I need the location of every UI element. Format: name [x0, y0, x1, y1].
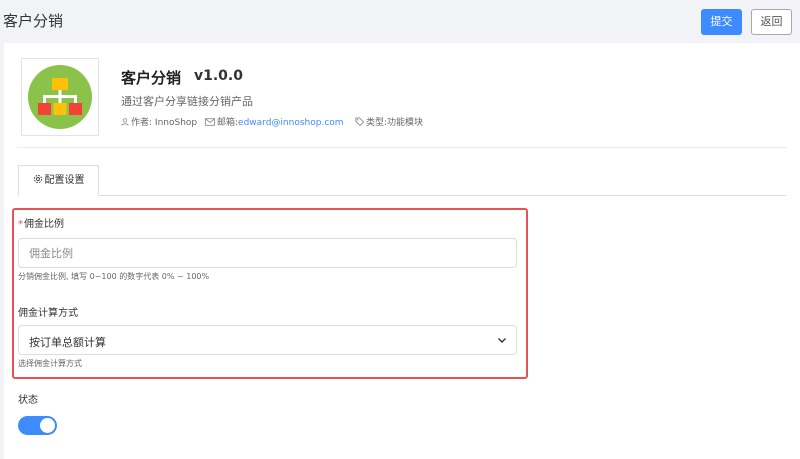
toggle-knob: [40, 418, 55, 433]
tab-label: 配置设置: [44, 175, 85, 186]
submit-button[interactable]: 提交: [701, 9, 742, 35]
mail-icon: [205, 118, 215, 126]
back-button[interactable]: 返回: [751, 9, 792, 35]
email-label: 邮箱:: [217, 118, 239, 128]
status-toggle[interactable]: [18, 416, 57, 435]
user-icon: [121, 118, 129, 126]
type-value: 功能模块: [387, 118, 424, 128]
plugin-logo: [21, 58, 99, 136]
plugin-description: 通过客户分享链接分销产品: [121, 95, 253, 108]
divider: [17, 147, 787, 148]
plugin-author: 作者: InnoShop: [121, 115, 197, 128]
commission-rate-field[interactable]: [18, 238, 517, 268]
tag-icon: [355, 117, 364, 126]
gear-icon: [33, 174, 42, 184]
chevron-down-icon: [498, 338, 506, 343]
tab-bar-border: [18, 195, 786, 196]
calc-method-label: 佣金计算方式: [18, 308, 78, 319]
email-link[interactable]: edward@innoshop.com: [238, 118, 344, 128]
calc-method-value: 按订单总额计算: [29, 336, 106, 349]
type-label: 类型:: [366, 118, 388, 128]
plugin-name: 客户分销: [121, 69, 182, 87]
tab-config-settings[interactable]: 配置设置: [18, 165, 99, 196]
commission-rate-input[interactable]: [29, 239, 499, 267]
org-chart-icon: [28, 65, 92, 129]
page-title: 客户分销: [3, 12, 64, 30]
plugin-email: 邮箱:edward@innoshop.com: [205, 115, 344, 128]
plugin-settings-card: 客户分销 v1.0.0 通过客户分享链接分销产品 作者: InnoShop 邮箱…: [4, 43, 800, 459]
required-mark: *: [18, 219, 23, 230]
plugin-type: 类型:功能模块: [355, 115, 423, 128]
author-label: 作者:: [131, 118, 153, 128]
commission-rate-label: *佣金比例: [18, 219, 64, 230]
page-header: 客户分销 提交 返回: [0, 0, 800, 42]
author-value: InnoShop: [154, 118, 198, 128]
status-label: 状态: [18, 395, 38, 406]
calc-method-select[interactable]: 按订单总额计算: [18, 325, 517, 355]
commission-rate-help: 分销佣金比例, 填写 0~100 的数字代表 0% ~ 100%: [18, 272, 210, 281]
plugin-version: v1.0.0: [194, 68, 243, 84]
calc-method-help: 选择佣金计算方式: [18, 359, 82, 368]
